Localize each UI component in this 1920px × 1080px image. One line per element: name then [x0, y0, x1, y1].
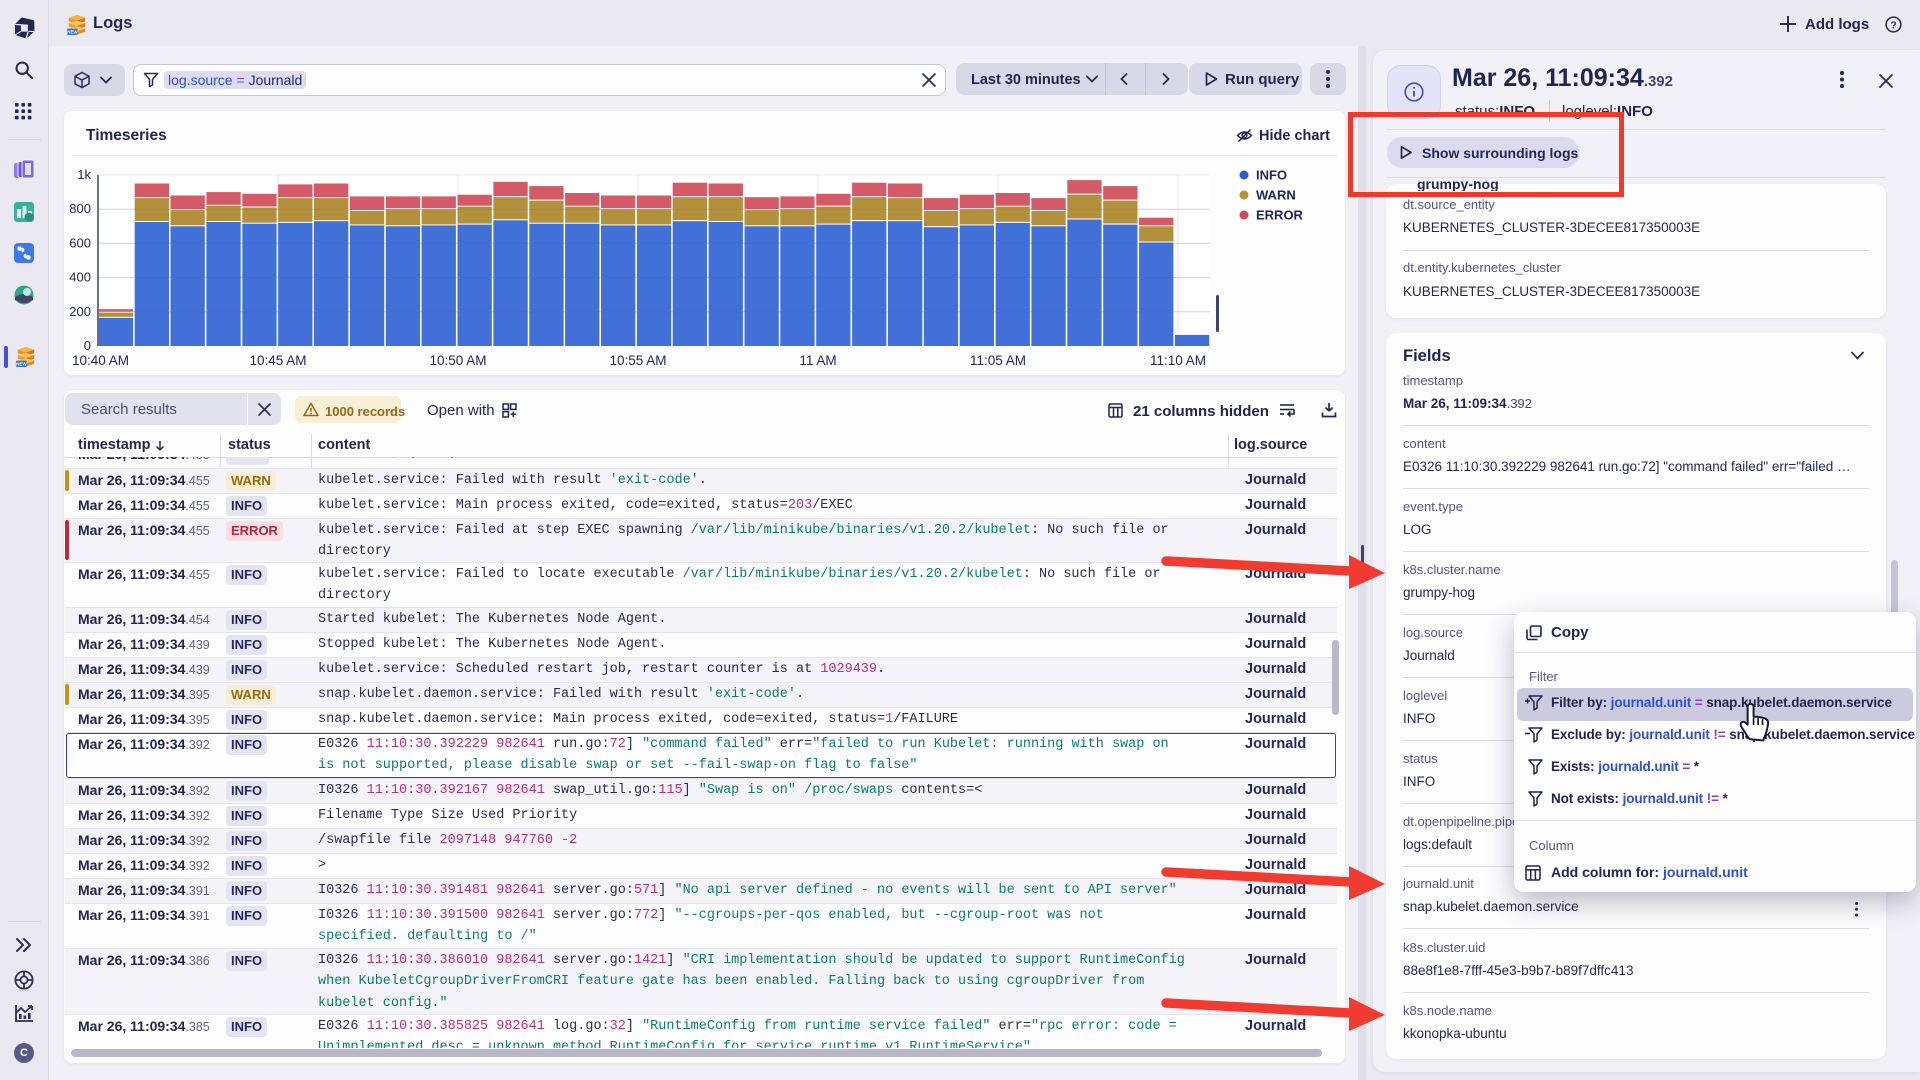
svg-text:200: 200: [69, 304, 91, 319]
svg-text:INFO: INFO: [1256, 168, 1287, 183]
svg-text:ERROR: ERROR: [1256, 208, 1304, 223]
svg-text:10:45 AM: 10:45 AM: [249, 353, 306, 368]
svg-text:11 AM: 11 AM: [799, 353, 836, 368]
svg-text:11:10 AM: 11:10 AM: [1150, 353, 1206, 368]
svg-text:11:05 AM: 11:05 AM: [970, 353, 1026, 368]
svg-text:10:50 AM: 10:50 AM: [429, 353, 486, 368]
svg-text:1k: 1k: [77, 167, 91, 182]
svg-text:800: 800: [69, 201, 91, 216]
svg-text:10:40 AM: 10:40 AM: [72, 353, 129, 368]
svg-text:0: 0: [84, 338, 91, 353]
svg-text:400: 400: [69, 270, 91, 285]
svg-text:WARN: WARN: [1256, 188, 1296, 203]
svg-text:600: 600: [69, 235, 91, 250]
svg-text:NEW: NEW: [16, 362, 27, 367]
svg-text:?: ?: [1890, 20, 1896, 31]
svg-text:NEW: NEW: [67, 30, 78, 35]
svg-text:10:55 AM: 10:55 AM: [609, 353, 666, 368]
